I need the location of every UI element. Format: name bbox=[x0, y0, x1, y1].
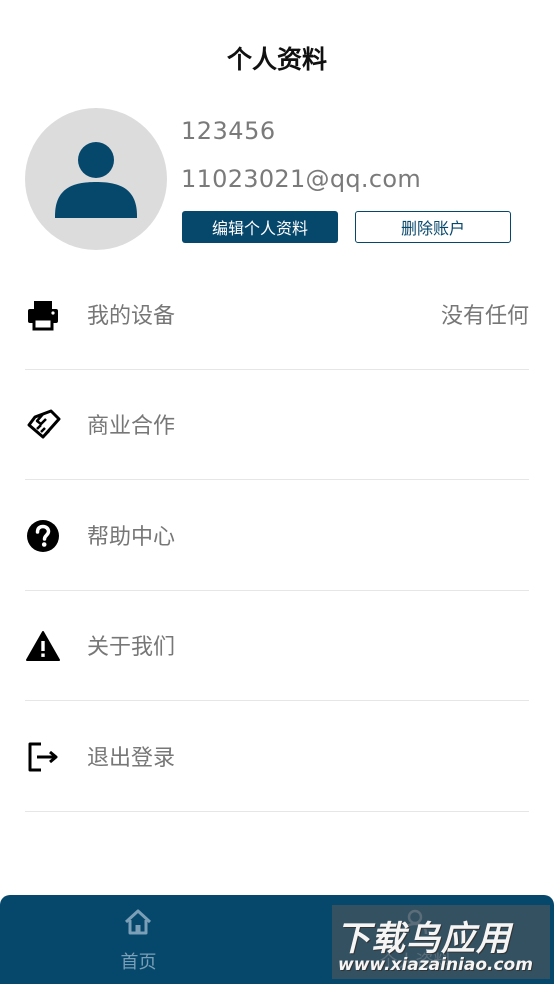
handshake-icon bbox=[27, 409, 61, 439]
watermark-title: 下载乌应用 bbox=[336, 919, 511, 959]
help-circle-icon bbox=[27, 520, 59, 552]
menu-label: 帮助中心 bbox=[87, 525, 176, 550]
tab-home[interactable]: 首页 bbox=[0, 895, 277, 984]
printer-icon bbox=[28, 301, 58, 331]
menu-item-my-devices[interactable]: 我的设备 没有任何 bbox=[25, 260, 529, 370]
username: 123456 bbox=[181, 117, 276, 145]
menu-item-logout[interactable]: 退出登录 bbox=[25, 702, 529, 812]
user-silhouette-icon bbox=[55, 142, 137, 218]
menu-label: 我的设备 bbox=[87, 304, 176, 329]
menu-item-business[interactable]: 商业合作 bbox=[25, 370, 529, 480]
email: 11023021@qq.com bbox=[181, 165, 422, 193]
menu-item-help-center[interactable]: 帮助中心 bbox=[25, 481, 529, 591]
menu-label: 退出登录 bbox=[87, 746, 176, 771]
avatar[interactable] bbox=[25, 108, 167, 250]
watermark-url: www.xiazainiao.com bbox=[338, 955, 533, 975]
home-icon bbox=[124, 909, 152, 935]
page-title: 个人资料 bbox=[226, 45, 327, 74]
menu-item-about-us[interactable]: 关于我们 bbox=[25, 591, 529, 701]
watermark: 下载乌应用 www.xiazainiao.com bbox=[332, 905, 550, 979]
warning-icon bbox=[26, 631, 60, 661]
menu-label: 商业合作 bbox=[87, 414, 176, 439]
device-count-value: 没有任何 bbox=[440, 304, 529, 329]
delete-account-button[interactable]: 删除账户 bbox=[355, 211, 511, 243]
logout-icon bbox=[28, 742, 58, 772]
edit-profile-button[interactable]: 编辑个人资料 bbox=[182, 211, 338, 243]
menu-label: 关于我们 bbox=[87, 635, 176, 660]
tab-label: 首页 bbox=[120, 952, 157, 973]
